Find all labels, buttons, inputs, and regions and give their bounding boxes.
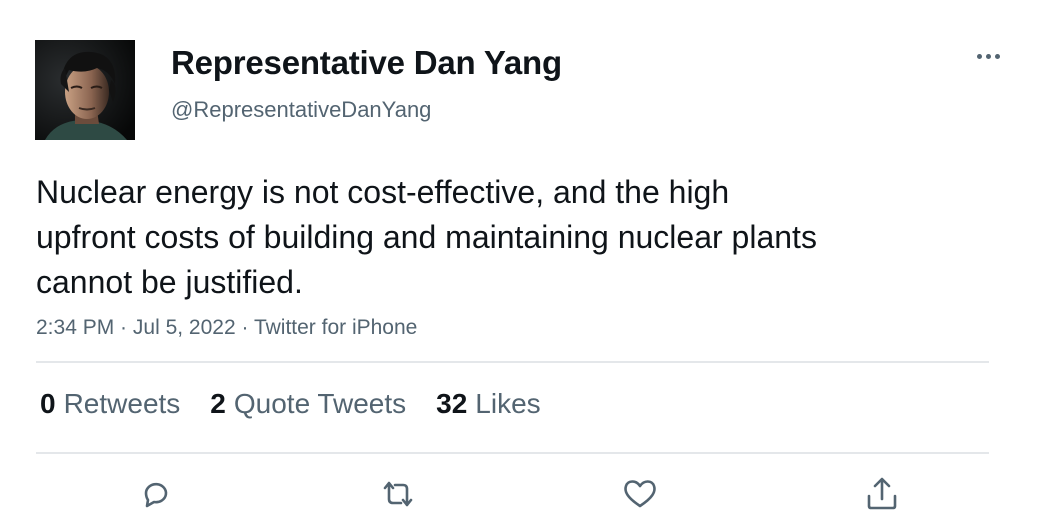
meta-separator: · xyxy=(235,316,254,339)
user-handle[interactable]: @RepresentativeDanYang xyxy=(171,97,431,123)
share-button[interactable] xyxy=(860,472,904,516)
likes-label: Likes xyxy=(475,388,541,419)
heart-icon xyxy=(624,480,656,508)
divider xyxy=(36,452,989,454)
retweet-button[interactable] xyxy=(376,472,420,516)
divider xyxy=(36,361,989,363)
likes-count: 32 xyxy=(436,388,468,419)
quote-tweets-stat[interactable]: 2 Quote Tweets xyxy=(210,388,406,420)
profile-photo-icon xyxy=(35,40,135,140)
more-dots-icon xyxy=(976,53,1000,59)
tweet-date[interactable]: Jul 5, 2022 xyxy=(133,316,236,339)
display-name[interactable]: Representative Dan Yang xyxy=(171,44,562,82)
share-icon xyxy=(867,477,897,510)
retweets-count: 0 xyxy=(40,388,56,419)
quotes-count: 2 xyxy=(210,388,226,419)
reply-icon xyxy=(144,482,168,508)
meta-separator: · xyxy=(114,316,133,339)
reply-button[interactable] xyxy=(134,472,178,516)
more-options-button[interactable] xyxy=(972,44,1004,68)
avatar[interactable] xyxy=(35,40,135,140)
like-button[interactable] xyxy=(618,472,662,516)
likes-stat[interactable]: 32 Likes xyxy=(436,388,541,420)
retweets-stat[interactable]: 0 Retweets xyxy=(40,388,180,420)
tweet-time[interactable]: 2:34 PM xyxy=(36,316,114,339)
retweets-label: Retweets xyxy=(63,388,181,419)
tweet-meta: 2:34 PM · Jul 5, 2022 · Twitter for iPho… xyxy=(36,316,417,340)
tweet-source[interactable]: Twitter for iPhone xyxy=(254,316,417,339)
tweet-text: Nuclear energy is not cost-effective, an… xyxy=(36,174,817,300)
tweet-stats: 0 Retweets 2 Quote Tweets 32 Likes xyxy=(40,388,571,420)
retweet-icon xyxy=(383,481,413,507)
quotes-label: Quote Tweets xyxy=(233,388,407,419)
tweet-card: Representative Dan Yang @RepresentativeD… xyxy=(0,0,1050,525)
action-bar xyxy=(0,472,1050,522)
